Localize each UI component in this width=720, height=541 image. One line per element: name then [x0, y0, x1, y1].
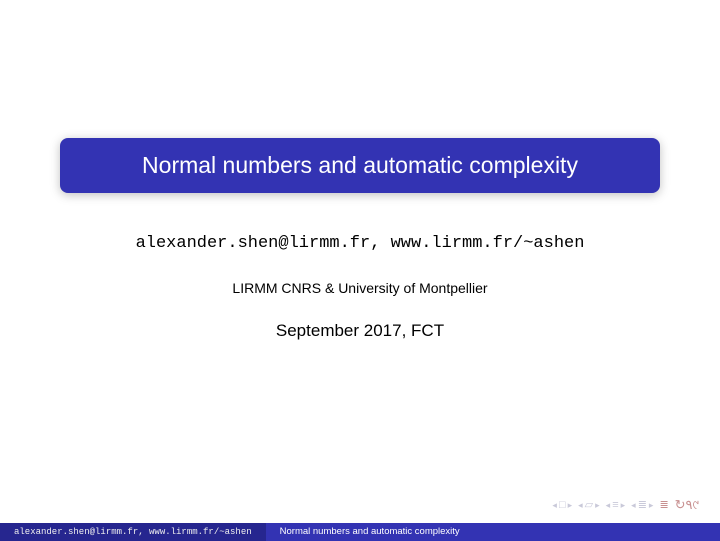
footer: alexander.shen@lirmm.fr, www.lirmm.fr/~a…: [0, 523, 720, 541]
slide: Normal numbers and automatic complexity …: [0, 0, 720, 541]
nav-section[interactable]: ◂≡▸: [606, 500, 625, 511]
title-block: Normal numbers and automatic complexity: [60, 138, 660, 193]
nav-loop-icon[interactable]: ↻۹୯: [675, 497, 698, 513]
institute: LIRMM CNRS & University of Montpellier: [0, 280, 720, 296]
nav-slide[interactable]: ◂≣▸: [631, 500, 653, 511]
title-text: Normal numbers and automatic complexity: [142, 152, 578, 178]
nav-controls: ◂□▸ ◂▱▸ ◂≡▸ ◂≣▸ ≣ ↻۹୯: [552, 497, 698, 513]
nav-presentation-icon[interactable]: ≣: [659, 500, 668, 511]
author: alexander.shen@lirmm.fr, www.lirmm.fr/~a…: [0, 234, 720, 253]
footer-title: Normal numbers and automatic complexity: [266, 523, 720, 541]
date: September 2017, FCT: [0, 321, 720, 341]
nav-subsection[interactable]: ◂▱▸: [578, 500, 600, 511]
footer-author: alexander.shen@lirmm.fr, www.lirmm.fr/~a…: [0, 523, 266, 541]
nav-frame[interactable]: ◂□▸: [552, 500, 572, 511]
